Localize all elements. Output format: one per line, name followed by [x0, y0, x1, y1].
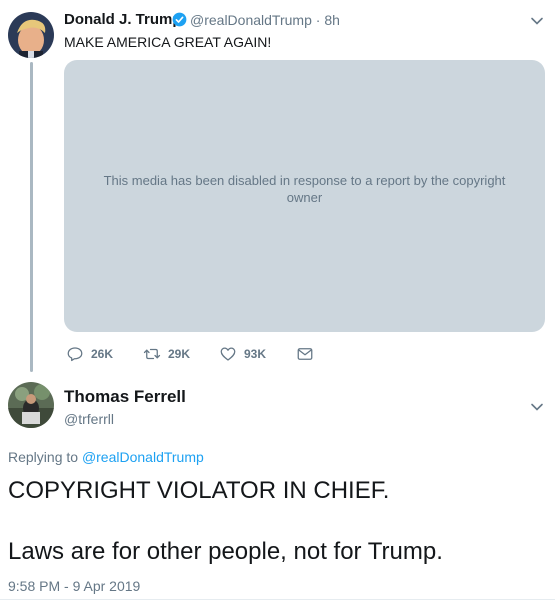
meta-separator: · [315, 12, 321, 28]
replying-to-line: Replying to @realDonaldTrump [8, 449, 204, 465]
heart-icon [220, 347, 236, 361]
chevron-down-icon[interactable] [530, 400, 544, 414]
reply-author-handle[interactable]: @trferrll [64, 411, 114, 427]
reply-count: 26K [91, 347, 114, 361]
avatar-thomas-ferrell[interactable] [8, 382, 54, 428]
reply-text-line-1: COPYRIGHT VIOLATOR IN CHIEF. [8, 477, 390, 504]
thread-connector-line [30, 62, 33, 372]
reply-timestamp[interactable]: 9:58 PM - 9 Apr 2019 [8, 578, 140, 594]
reply-button[interactable]: 26K [66, 345, 113, 363]
reply-text-line-2: Laws are for other people, not for Trump… [8, 538, 443, 565]
retweet-icon [143, 348, 161, 360]
retweet-count: 29K [168, 347, 191, 361]
tweet-time-ago[interactable]: 8h [324, 12, 340, 28]
media-disabled-notice: This media has been disabled in response… [103, 173, 506, 205]
replying-to-handle-link[interactable]: @realDonaldTrump [82, 449, 204, 465]
retweet-button[interactable]: 29K [143, 345, 190, 363]
replying-to-prefix: Replying to [8, 449, 79, 465]
like-button[interactable]: 93K [219, 345, 266, 363]
author-handle[interactable]: @realDonaldTrump [190, 12, 312, 28]
reply-icon [67, 347, 83, 362]
envelope-icon [297, 348, 313, 360]
reply-author-display-name[interactable]: Thomas Ferrell [64, 387, 186, 407]
disabled-media-placeholder: This media has been disabled in response… [64, 60, 545, 332]
tweet-text: MAKE AMERICA GREAT AGAIN! [64, 34, 272, 50]
author-display-name[interactable]: Donald J. Trump [64, 11, 182, 28]
avatar-donald-trump[interactable] [8, 12, 54, 58]
like-count: 93K [244, 347, 267, 361]
chevron-down-icon[interactable] [530, 14, 544, 28]
author-meta: @realDonaldTrump · 8h [190, 12, 340, 28]
verified-badge-icon [172, 12, 187, 27]
direct-message-button[interactable] [296, 345, 321, 363]
